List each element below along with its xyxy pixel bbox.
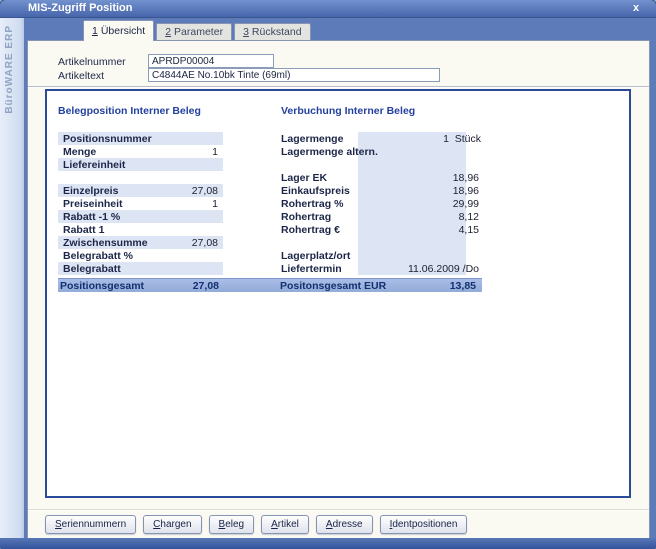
field-value: 1 xyxy=(212,146,218,158)
uebersicht-tab-page: Artikelnummer Artikeltext Belegposition … xyxy=(27,40,650,538)
artikelnummer-label: Artikelnummer xyxy=(58,56,126,68)
brand-sidebar: BüroWARE ERP xyxy=(0,18,24,538)
field-row: Preiseinheit1 xyxy=(58,197,223,210)
tab-rueckstand[interactable]: 3Rückstand xyxy=(234,23,310,40)
field-value: 11.06.2009 /Do xyxy=(358,263,487,275)
field-unit: Stück xyxy=(449,133,487,145)
field-row: Lager EK18,96 xyxy=(281,171,487,184)
artikel-button[interactable]: Artikel xyxy=(261,515,309,534)
action-button-bar: Seriennummern Chargen Beleg Artikel Adre… xyxy=(45,515,467,534)
verbuchung-header: Verbuchung Interner Beleg xyxy=(281,105,415,117)
field-label: Zwischensumme xyxy=(63,237,192,249)
titlebar[interactable]: MIS-Zugriff Position x xyxy=(0,0,656,18)
field-label: Rabatt 1 xyxy=(63,224,218,236)
seriennummern-button[interactable]: Seriennummern xyxy=(45,515,136,534)
button-divider xyxy=(28,509,649,511)
field-label: Rohertrag xyxy=(281,211,358,223)
field-label: Rohertrag % xyxy=(281,198,358,210)
field-value: 18,96 xyxy=(358,172,487,184)
field-row: Rabatt 1 xyxy=(58,223,223,236)
mis-zugriff-window: MIS-Zugriff Position x BüroWARE ERP 1Übe… xyxy=(0,0,656,549)
tab-parameter[interactable]: 2Parameter xyxy=(156,23,232,40)
field-label: Belegrabatt % xyxy=(63,250,218,262)
field-value: 27,08 xyxy=(192,185,218,197)
positionsgesamt-eur-label: Positonsgesamt EUR xyxy=(280,280,450,292)
tab-number: 2 xyxy=(165,26,171,38)
field-row: Belegrabatt xyxy=(58,262,223,275)
tab-label: Rückstand xyxy=(252,26,302,38)
tab-label: Parameter xyxy=(174,26,223,38)
window-title: MIS-Zugriff Position xyxy=(28,2,132,14)
field-value: 27,08 xyxy=(192,237,218,249)
field-label: Lagermenge xyxy=(281,133,358,145)
field-row: Liefertermin11.06.2009 /Do xyxy=(281,262,487,275)
adresse-button[interactable]: Adresse xyxy=(316,515,373,534)
field-row: Lagermenge altern. xyxy=(281,145,487,158)
field-label: Belegrabatt xyxy=(63,263,218,275)
chargen-button[interactable]: Chargen xyxy=(143,515,201,534)
totals-band: Positionsgesamt 27,08 Positonsgesamt EUR… xyxy=(58,278,482,292)
row-spacer xyxy=(58,171,223,184)
field-label: Lagerplatz/ort xyxy=(281,250,358,262)
field-row: Menge1 xyxy=(58,145,223,158)
tab-number: 3 xyxy=(243,26,249,38)
field-row: Liefereinheit xyxy=(58,158,223,171)
field-row: Positionsnummer xyxy=(58,132,223,145)
close-icon: x xyxy=(633,2,639,14)
field-label: Positionsnummer xyxy=(63,133,218,145)
position-detail-panel: Belegposition Interner Beleg Positionsnu… xyxy=(45,89,631,498)
field-value: 18,96 xyxy=(358,185,487,197)
field-label: Einzelpreis xyxy=(63,185,192,197)
field-label: Menge xyxy=(63,146,212,158)
window-bottom-frame xyxy=(0,538,656,549)
field-label: Liefereinheit xyxy=(63,159,218,171)
artikeltext-label: Artikeltext xyxy=(58,70,104,82)
field-row: Einzelpreis27,08 xyxy=(58,184,223,197)
row-spacer xyxy=(281,236,487,249)
field-row: Rohertrag8,12 xyxy=(281,210,487,223)
artikeltext-input[interactable] xyxy=(148,68,440,82)
brand-label: BüroWARE ERP xyxy=(4,25,15,114)
beleg-button[interactable]: Beleg xyxy=(209,515,255,534)
field-value: 29,99 xyxy=(358,198,487,210)
positionsgesamt-eur-value: 13,85 xyxy=(450,280,482,292)
field-row: Rabatt -1 % xyxy=(58,210,223,223)
field-row: Einkaufspreis18,96 xyxy=(281,184,487,197)
field-value: 8,12 xyxy=(358,211,487,223)
field-value: 1 xyxy=(212,198,218,210)
tab-uebersicht[interactable]: 1Übersicht xyxy=(83,20,154,41)
field-row: Belegrabatt % xyxy=(58,249,223,262)
field-label: Einkaufspreis xyxy=(281,185,358,197)
field-row: Rohertrag €4,15 xyxy=(281,223,487,236)
field-row: Lagermenge1Stück xyxy=(281,132,487,145)
field-label: Rohertrag € xyxy=(281,224,358,236)
field-label: Liefertermin xyxy=(281,263,358,275)
field-label: Rabatt -1 % xyxy=(63,211,218,223)
tab-number: 1 xyxy=(92,25,98,37)
field-row: Rohertrag %29,99 xyxy=(281,197,487,210)
field-label: Lager EK xyxy=(281,172,358,184)
row-spacer xyxy=(281,158,487,171)
belegposition-header: Belegposition Interner Beleg xyxy=(58,105,201,117)
field-label: Preiseinheit xyxy=(63,198,212,210)
field-value: 1 xyxy=(358,133,449,145)
close-button[interactable]: x xyxy=(628,0,644,16)
positionsgesamt-label: Positionsgesamt xyxy=(58,280,163,292)
tab-bar: 1Übersicht 2Parameter 3Rückstand xyxy=(27,18,650,40)
field-label: Lagermenge altern. xyxy=(281,146,358,158)
section-divider xyxy=(28,86,649,88)
tab-label: Übersicht xyxy=(101,25,145,37)
field-row: Lagerplatz/ort xyxy=(281,249,487,262)
positionsgesamt-value: 27,08 xyxy=(163,280,219,292)
field-row: Zwischensumme27,08 xyxy=(58,236,223,249)
artikelnummer-input[interactable] xyxy=(148,54,274,68)
field-value: 4,15 xyxy=(358,224,487,236)
identpositionen-button[interactable]: Identpositionen xyxy=(380,515,468,534)
